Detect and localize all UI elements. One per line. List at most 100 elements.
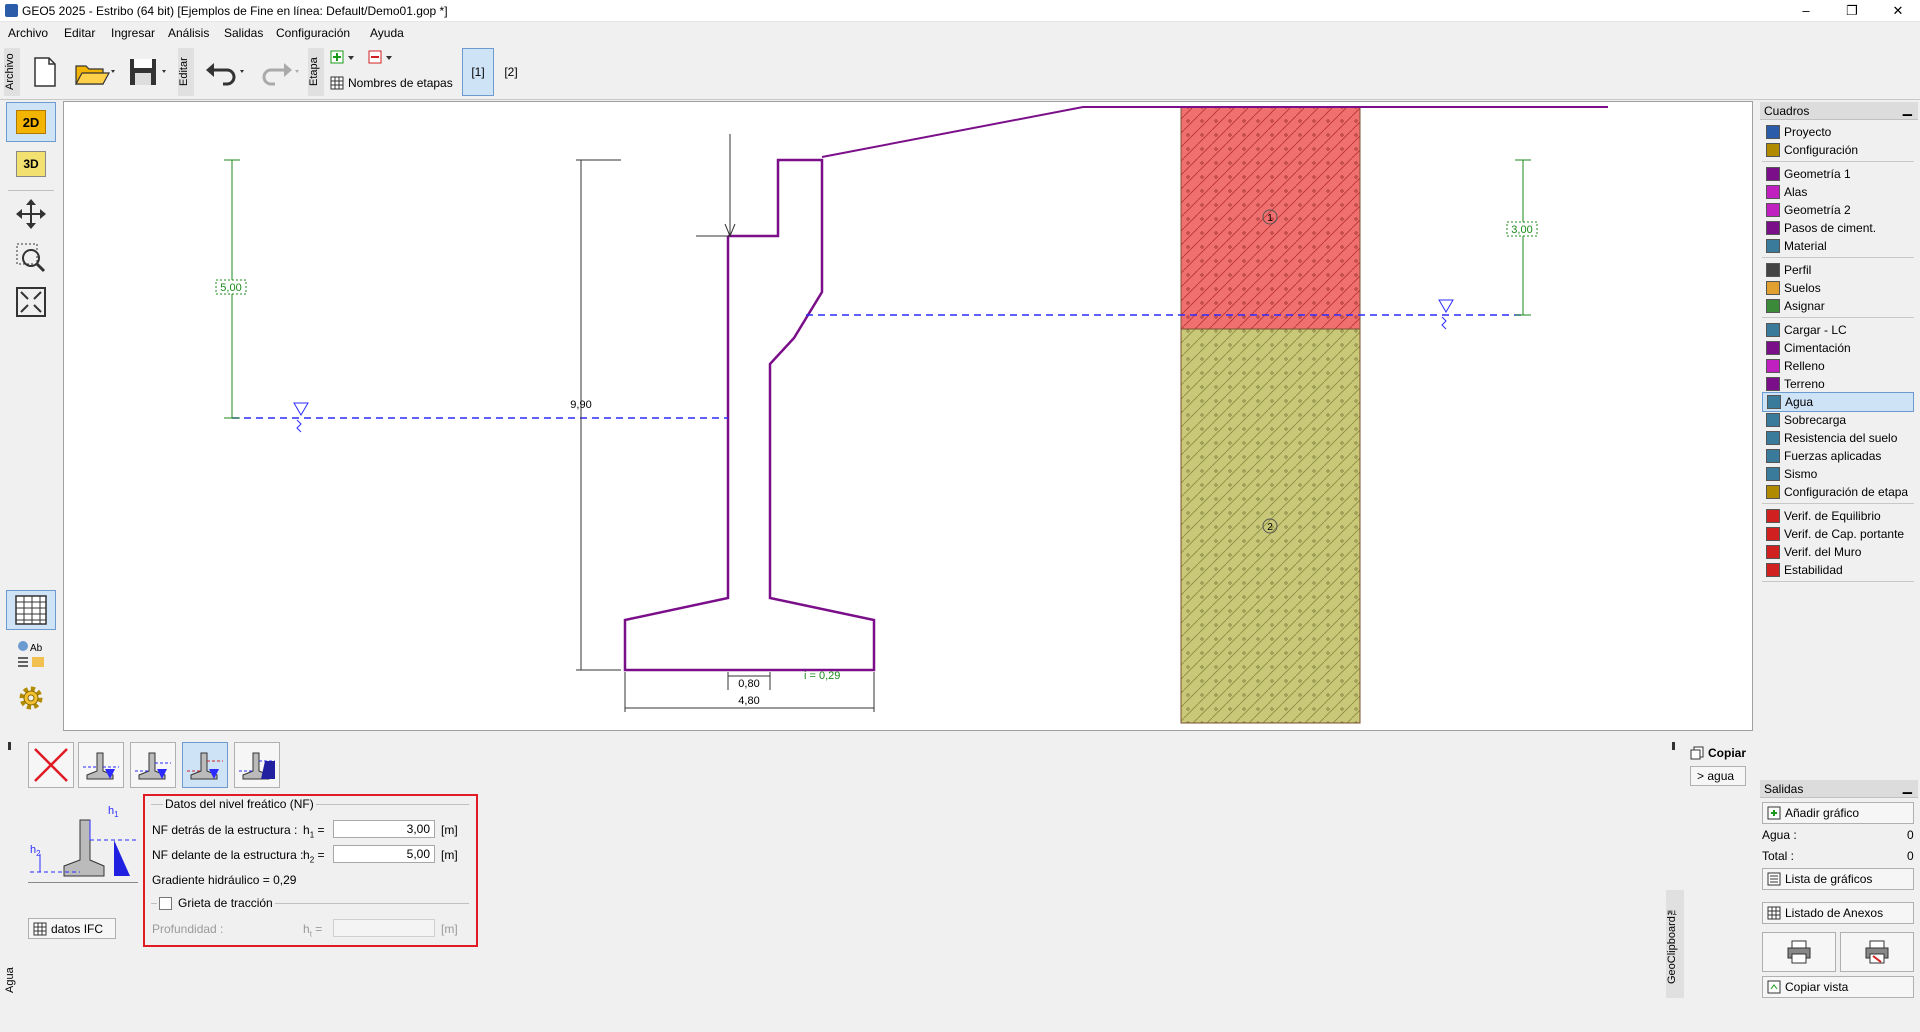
soil-1-label: 1 bbox=[1267, 213, 1273, 224]
styles-button[interactable]: Ab bbox=[6, 634, 56, 674]
open-file-button[interactable] bbox=[70, 52, 120, 92]
frame-item-cimentación[interactable]: Cimentación bbox=[1762, 338, 1914, 358]
close-button[interactable]: ✕ bbox=[1878, 2, 1918, 20]
2d-icon: 2D bbox=[16, 110, 46, 134]
ifc-data-button[interactable]: datos IFC bbox=[28, 918, 116, 939]
menu-ingresar[interactable]: Ingresar bbox=[111, 26, 155, 40]
toolbar-divider bbox=[8, 190, 54, 191]
paste-water-button[interactable]: > agua bbox=[1690, 766, 1746, 786]
frame-group-divider bbox=[1762, 317, 1914, 318]
frame-item-sobrecarga[interactable]: Sobrecarga bbox=[1762, 410, 1914, 430]
frame-icon bbox=[1766, 221, 1780, 235]
water-type-4-button[interactable] bbox=[234, 742, 280, 788]
abutment-outline[interactable] bbox=[623, 158, 876, 672]
new-file-button[interactable] bbox=[28, 52, 62, 92]
frame-item-verif-de-equilibrio[interactable]: Verif. de Equilibrio bbox=[1762, 506, 1914, 526]
water-type-2-button[interactable] bbox=[130, 742, 176, 788]
table-view-button[interactable] bbox=[6, 590, 56, 630]
frame-item-configuración-de-etapa[interactable]: Configuración de etapa bbox=[1762, 482, 1914, 502]
graphics-list-button[interactable]: Lista de gráficos bbox=[1762, 868, 1914, 890]
frame-item-suelos[interactable]: Suelos bbox=[1762, 278, 1914, 298]
minimize-button[interactable]: – bbox=[1786, 2, 1826, 20]
menu-editar[interactable]: Editar bbox=[64, 26, 95, 40]
frame-item-relleno[interactable]: Relleno bbox=[1762, 356, 1914, 376]
frame-item-pasos-de-ciment-[interactable]: Pasos de ciment. bbox=[1762, 218, 1914, 238]
title-bar: GEO5 2025 - Estribo (64 bit) [Ejemplos d… bbox=[0, 0, 1920, 22]
frame-item-label: Verif. del Muro bbox=[1784, 545, 1862, 559]
frame-item-asignar[interactable]: Asignar bbox=[1762, 296, 1914, 316]
drawing-canvas[interactable]: 1 2 5,00 3,00 9,90 0,80 4,80 i = 0,29 bbox=[63, 101, 1753, 731]
undo-button[interactable] bbox=[200, 52, 250, 92]
view-2d-button[interactable]: 2D bbox=[6, 102, 56, 142]
settings-button[interactable] bbox=[6, 678, 56, 718]
gear-icon bbox=[19, 686, 43, 710]
menu-salidas[interactable]: Salidas bbox=[224, 26, 263, 40]
copy-view-button[interactable]: Copiar vista bbox=[1762, 976, 1914, 998]
copy-button[interactable]: Copiar bbox=[1690, 744, 1750, 762]
svg-text:Ab: Ab bbox=[30, 643, 43, 654]
right-panel: Cuadros ▁ Proyecto Configuración Geometría… bbox=[1757, 100, 1920, 1000]
frame-item-agua[interactable]: Agua bbox=[1762, 392, 1914, 412]
remove-water-button[interactable] bbox=[28, 742, 74, 788]
frame-item-label: Agua bbox=[1785, 395, 1814, 409]
frame-item-geometría-1[interactable]: Geometría 1 bbox=[1762, 164, 1914, 184]
frame-icon bbox=[1766, 167, 1780, 181]
menu-analisis[interactable]: Análisis bbox=[168, 26, 209, 40]
frame-item-perfil[interactable]: Perfil bbox=[1762, 260, 1914, 280]
copy-icon bbox=[1690, 746, 1704, 760]
frame-item-material[interactable]: Material bbox=[1762, 236, 1914, 256]
remove-stage-button[interactable] bbox=[368, 50, 400, 66]
print-button[interactable] bbox=[1762, 932, 1836, 972]
stage-2-tab[interactable]: [2] bbox=[498, 48, 524, 96]
frame-item-geometría-2[interactable]: Geometría 2 bbox=[1762, 200, 1914, 220]
grid-table-icon bbox=[15, 595, 47, 625]
h2-input[interactable] bbox=[333, 845, 435, 863]
zoom-extents-button[interactable] bbox=[6, 282, 56, 322]
stage-1-tab[interactable]: [1] bbox=[462, 48, 494, 96]
toolbar: Archivo Editar Etapa Nombres de etapas [… bbox=[0, 44, 1920, 100]
water-preview-image: h1 h2 bbox=[28, 802, 138, 889]
collapse-icon[interactable]: ▁ bbox=[1903, 780, 1912, 794]
frame-item-estabilidad[interactable]: Estabilidad bbox=[1762, 560, 1914, 580]
zoom-button[interactable] bbox=[6, 238, 56, 278]
frame-item-sismo[interactable]: Sismo bbox=[1762, 464, 1914, 484]
collapse-icon[interactable]: ▁ bbox=[1903, 102, 1912, 116]
stage-names-button[interactable]: Nombres de etapas bbox=[330, 74, 456, 92]
water-type-3-button[interactable] bbox=[182, 742, 228, 788]
frame-item-verif-del-muro[interactable]: Verif. del Muro bbox=[1762, 542, 1914, 562]
frame-item-terreno[interactable]: Terreno bbox=[1762, 374, 1914, 394]
frame-item-label: Resistencia del suelo bbox=[1784, 431, 1898, 445]
print-pdf-button[interactable] bbox=[1840, 932, 1914, 972]
archivo-group-label: Archivo bbox=[4, 48, 20, 96]
h1-input[interactable] bbox=[333, 820, 435, 838]
3d-icon: 3D bbox=[16, 151, 46, 177]
view-3d-button[interactable]: 3D bbox=[6, 144, 56, 184]
frame-icon bbox=[1766, 359, 1780, 373]
geoclipboard-tab[interactable]: GeoClipboard™ bbox=[1664, 740, 1686, 1000]
water-type-1-button[interactable] bbox=[78, 742, 124, 788]
annex-list-button[interactable]: Listado de Anexos bbox=[1762, 902, 1914, 924]
menu-archivo[interactable]: Archivo bbox=[8, 26, 48, 40]
agua-tab[interactable]: Agua bbox=[4, 740, 24, 1002]
frame-item-alas[interactable]: Alas bbox=[1762, 182, 1914, 202]
frame-item-fuerzas-aplicadas[interactable]: Fuerzas aplicadas bbox=[1762, 446, 1914, 466]
save-file-button[interactable] bbox=[124, 52, 174, 92]
menu-configuracion[interactable]: Configuración bbox=[276, 26, 350, 40]
total-count-label: Total : bbox=[1762, 849, 1795, 863]
maximize-button[interactable]: ❐ bbox=[1832, 2, 1872, 20]
frame-icon bbox=[1766, 509, 1780, 523]
frame-icon bbox=[1766, 467, 1780, 481]
menu-ayuda[interactable]: Ayuda bbox=[370, 26, 404, 40]
tension-crack-checkbox[interactable] bbox=[159, 896, 172, 910]
redo-button bbox=[254, 52, 304, 92]
frame-item-resistencia-del-suelo[interactable]: Resistencia del suelo bbox=[1762, 428, 1914, 448]
add-stage-button[interactable] bbox=[330, 50, 362, 66]
frame-item-proyecto[interactable]: Proyecto bbox=[1762, 122, 1914, 142]
frame-item-configuración[interactable]: Configuración bbox=[1762, 140, 1914, 160]
frame-item-verif-de-cap-portante[interactable]: Verif. de Cap. portante bbox=[1762, 524, 1914, 544]
pan-button[interactable] bbox=[6, 194, 56, 234]
open-folder-icon bbox=[74, 65, 115, 85]
frame-item-cargar-lc[interactable]: Cargar - LC bbox=[1762, 320, 1914, 340]
wall-water-type-4-icon bbox=[239, 752, 275, 780]
add-graphic-button[interactable]: Añadir gráfico bbox=[1762, 802, 1914, 824]
